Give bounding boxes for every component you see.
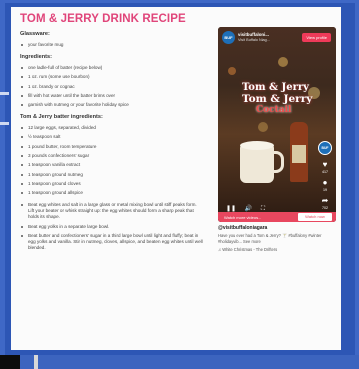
recipe-card: TOM & JERRY DRINK RECIPE Glassware: your… — [11, 7, 341, 350]
list-item: one ladle-full of batter (recipe below) — [20, 65, 203, 71]
ingredients-heading: Ingredients: — [20, 54, 53, 60]
batter-list: 12 large eggs, separated, divided ½ teas… — [20, 125, 203, 196]
comment-icon[interactable]: ● — [321, 179, 330, 187]
bokeh-light — [228, 67, 236, 75]
bottle-label-image — [292, 145, 306, 163]
share-count: 702 — [322, 206, 328, 210]
list-item: 1 oz. rum (some use bourbon) — [20, 74, 203, 80]
side-marker — [0, 92, 9, 95]
bokeh-light — [258, 122, 268, 132]
action-rail: BUF ♥ 417 ● 19 ➦ 702 — [318, 141, 332, 215]
list-item: Beat egg whites and salt in a large glas… — [20, 202, 203, 220]
list-item: 1 teaspoon vanilla extract — [20, 162, 203, 168]
tiktok-embed[interactable]: BUF visitbuffaloni... Visit Buffalo Niag… — [218, 27, 336, 222]
like-count: 417 — [322, 170, 328, 174]
list-item: garnish with nutmeg or your favorite hol… — [20, 102, 203, 108]
list-item: 3 pounds confectioners’ sugar — [20, 153, 203, 159]
mug-image — [240, 145, 274, 183]
list-item: 1 teaspoon ground nutmeg — [20, 172, 203, 178]
video-caption: Have you ever had a Tom & Jerry? 🍸 #buff… — [218, 233, 322, 244]
glassware-heading: Glassware: — [20, 31, 50, 37]
side-marker — [0, 122, 9, 125]
list-item: your favorite mug — [20, 42, 203, 48]
bokeh-light — [278, 57, 288, 67]
share-icon[interactable]: ➦ — [321, 197, 330, 205]
bottom-divider — [34, 355, 38, 369]
list-item: 1 oz. brandy or cognac — [20, 84, 203, 90]
bottom-strip — [0, 355, 359, 369]
account-username[interactable]: visitbuffaloni... — [238, 32, 269, 37]
heart-icon[interactable]: ♥ — [321, 161, 330, 169]
steps-list: Beat egg whites and salt in a large glas… — [20, 202, 203, 251]
watch-more-bar: Watch more videos... Watch now — [218, 212, 336, 222]
list-item: Beat butter and confectioners’ sugar in … — [20, 233, 203, 251]
account-subtitle: Visit Buffalo Niag... — [238, 38, 270, 42]
watch-more-text: Watch more videos... — [224, 215, 262, 220]
ingredients-list: one ladle-full of batter (recipe below) … — [20, 65, 203, 108]
video-overlay-text: Tom & Jerry — [242, 82, 309, 93]
list-item: fill with hot water until the batter bri… — [20, 93, 203, 99]
list-item: ½ teaspoon salt — [20, 134, 203, 140]
list-item: 1 teaspoon ground cloves — [20, 181, 203, 187]
glassware-list: your favorite mug — [20, 42, 203, 48]
music-credit[interactable]: ♫ White Christmas - The Drifters — [218, 247, 277, 252]
watch-now-button[interactable]: Watch now — [298, 213, 332, 221]
view-profile-button[interactable]: View profile — [302, 33, 331, 42]
recipe-title: TOM & JERRY DRINK RECIPE — [20, 13, 186, 25]
bottom-dark-block — [0, 355, 20, 369]
list-item: 1 pound butter, room temperature — [20, 144, 203, 150]
recipe-text: Glassware: your favorite mug Ingredients… — [20, 31, 203, 257]
video-overlay-text: Tom & Jerry — [242, 93, 313, 105]
video-overlay-text: Coctail — [256, 105, 292, 115]
creator-avatar[interactable]: BUF — [318, 141, 332, 155]
batter-heading: Tom & Jerry batter ingredients: — [20, 114, 103, 121]
account-avatar[interactable]: BUF — [222, 31, 235, 44]
list-item: Beat egg yolks in a separate large bowl. — [20, 224, 203, 230]
account-handle[interactable]: @visitbuffaloniagara — [218, 225, 267, 231]
list-item: 1 teaspoon ground allspice — [20, 190, 203, 196]
mug-foam-image — [240, 141, 274, 150]
list-item: 12 large eggs, separated, divided — [20, 125, 203, 131]
comment-count: 19 — [323, 188, 327, 192]
